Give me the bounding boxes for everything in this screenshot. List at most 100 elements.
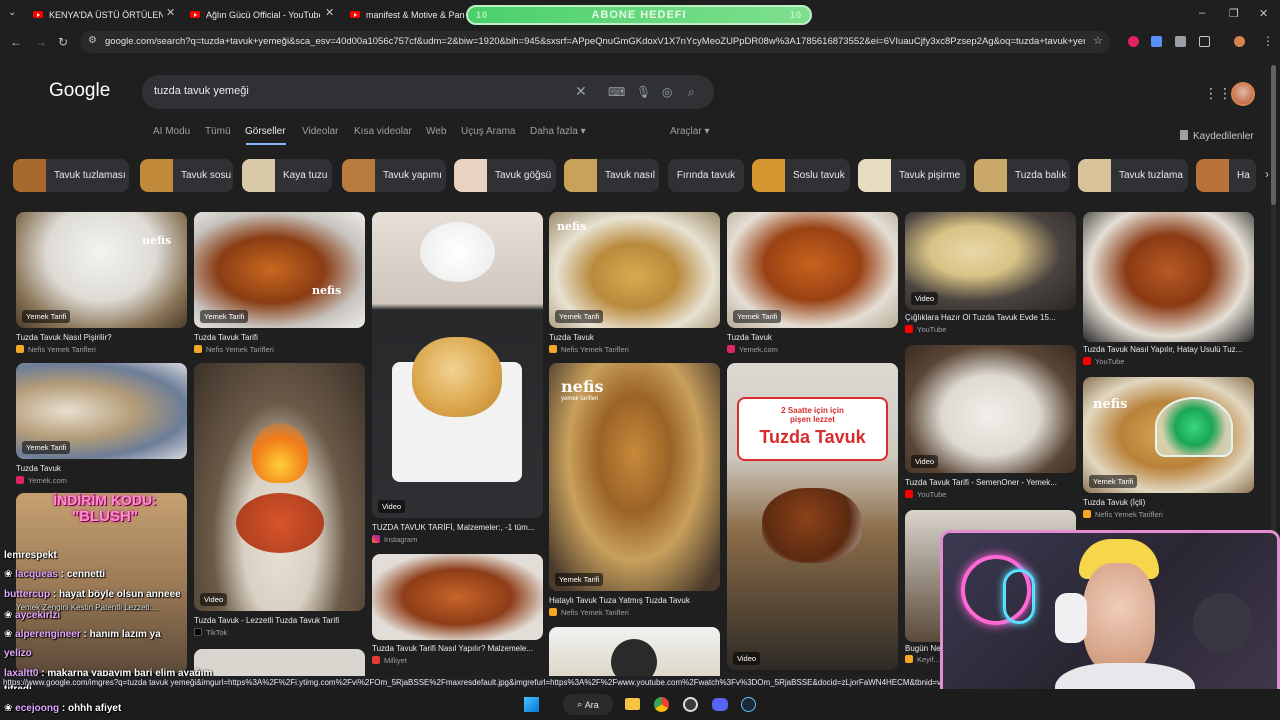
bookmark-star-icon[interactable]: ☆ [1093,34,1103,47]
result-source[interactable]: Nefis Yemek Tarifleri [1083,510,1254,519]
file-explorer-icon[interactable] [625,698,640,710]
result-image[interactable] [1083,212,1254,342]
chip[interactable]: Ha [1196,159,1256,192]
result-image[interactable]: Yemek Tarifi [16,363,187,459]
saved-link[interactable]: Kaydedilenler [1180,130,1254,142]
result-caption[interactable]: Tuzda Tavuk (İçli) [1083,498,1254,507]
result-source[interactable]: TikTok [194,628,365,637]
result-caption[interactable]: Tuzda Tavuk - Lezzetli Tuzda Tavuk Tarif… [194,616,365,625]
tab-videos[interactable]: Videolar [302,126,339,137]
result-image[interactable] [372,554,543,640]
result-image[interactable]: nefis Yemek Tarifi [194,212,365,328]
result-source[interactable]: Nefis Yemek Tarifleri [549,608,720,617]
steam-icon[interactable] [741,697,756,712]
maximize-icon[interactable]: ❐ [1229,7,1239,20]
tab-search-icon[interactable]: ⌄ [8,7,16,18]
result-image[interactable]: Video [905,212,1076,310]
result-source[interactable]: Nefis Yemek Tarifleri [194,345,365,354]
tab-3[interactable]: manifest & Motive & Pango [350,4,465,25]
chip[interactable]: Fırında tavuk [668,159,744,192]
forward-icon[interactable]: → [35,35,47,49]
result-source[interactable]: Instagram [372,535,543,544]
lens-icon[interactable]: ◎ [662,85,672,99]
extension-blue-icon[interactable] [1151,36,1162,47]
result-caption[interactable]: Tuzda Tavuk Tarifi [194,333,365,342]
result-image[interactable]: Video [372,212,543,518]
profile-avatar-icon[interactable] [1234,36,1245,47]
menu-dots-icon[interactable]: ⋮ [1262,34,1274,48]
clear-icon[interactable]: ✕ [575,83,587,100]
result-caption[interactable]: Tuzda Tavuk Tarifi Nasıl Yapılır? Malzem… [372,644,543,653]
result-caption[interactable]: Tuzda Tavuk Nasıl Pişirilir? [16,333,187,342]
tab-ai-mode[interactable]: AI Modu [153,126,190,137]
result-caption[interactable]: Tuzda Tavuk [16,464,187,473]
result-image[interactable]: Yemek Tarifi [727,212,898,328]
result-caption[interactable]: Tuzda Tavuk Tarifi - SemenOner - Yemek..… [905,478,1076,487]
site-info-icon[interactable]: ⚙ [88,35,97,46]
result-source[interactable]: YouTube [905,490,1076,499]
result-caption[interactable]: Tuzda Tavuk [727,333,898,342]
chrome-icon[interactable] [654,697,669,712]
chip[interactable]: Soslu tavuk [752,159,850,192]
apps-grid-icon[interactable]: ⋮⋮ [1204,85,1232,102]
result-image[interactable]: nefis Yemek Tarifi [549,212,720,328]
result-image[interactable]: nefis Yemek Tarifi [1083,377,1254,493]
result-image[interactable]: 2 Saatte için için pişen lezzet Tuzda Ta… [727,363,898,670]
extensions-puzzle-icon[interactable] [1199,36,1210,47]
discord-icon[interactable] [712,698,728,711]
close-window-icon[interactable]: ✕ [1259,7,1268,20]
result-caption[interactable]: Tuzda Tavuk Nasıl Yapılır, Hatay Usulü T… [1083,345,1254,354]
close-icon[interactable]: ✕ [166,6,175,19]
result-source[interactable]: YouTube [1083,357,1254,366]
tab-flights[interactable]: Uçuş Arama [461,126,515,137]
result-image[interactable]: nefis yemek tarifleri Yemek Tarifi [549,363,720,591]
chips-next-icon[interactable]: › [1265,167,1269,181]
keyboard-icon[interactable]: ⌨ [608,85,625,99]
result-source[interactable]: Keyif... [905,655,945,664]
tab-more[interactable]: Daha fazla ▾ [530,126,586,137]
account-avatar[interactable] [1231,82,1255,106]
result-image[interactable]: Video [905,345,1076,473]
tab-web[interactable]: Web [426,126,446,137]
result-caption[interactable]: Bugün Ne... [905,644,945,653]
result-caption[interactable]: TUZDA TAVUK TARİFİ, Malzemeler:, -1 tüm.… [372,523,543,532]
result-source[interactable]: Milliyet [372,656,543,665]
result-source[interactable]: Yemek.com [16,476,187,485]
chip[interactable]: Tavuk sosu [140,159,233,192]
windows-start-icon[interactable] [524,697,539,712]
extension-red-icon[interactable] [1128,36,1139,47]
chip[interactable]: Kaya tuzu [242,159,332,192]
search-query[interactable]: tuzda tavuk yemeği [154,85,249,97]
tab-all[interactable]: Tümü [205,126,231,137]
tab-2[interactable]: Ağlın Gücü Official - YouTube [190,4,320,25]
search-box[interactable]: tuzda tavuk yemeği ✕ ⌨ 🎙 ◎ ⌕ [142,75,714,109]
result-source[interactable]: Nefis Yemek Tarifleri [16,345,187,354]
chip[interactable]: Tuzda balık [974,159,1070,192]
address-bar[interactable]: ⚙ google.com/search?q=tuzda+tavuk+yemeği… [80,31,1110,53]
taskbar-search[interactable]: ⌕ Ara [563,694,613,715]
microphone-icon[interactable]: 🎙 [636,85,651,99]
minimize-icon[interactable]: – [1199,7,1205,19]
tab-images[interactable]: Görseller [245,126,286,137]
result-caption[interactable]: Tuzda Tavuk [549,333,720,342]
scrollbar-thumb[interactable] [1271,65,1276,205]
chip[interactable]: Tavuk tuzlaması [13,159,129,192]
obs-icon[interactable] [683,697,698,712]
search-icon[interactable]: ⌕ [688,85,695,100]
result-image[interactable]: Video [194,363,365,611]
chip[interactable]: Tavuk yapımı [342,159,446,192]
tab-short-videos[interactable]: Kısa videolar [354,126,412,137]
result-source[interactable]: Nefis Yemek Tarifleri [549,345,720,354]
tools-button[interactable]: Araçlar ▾ [670,126,710,137]
back-icon[interactable]: ← [10,35,22,49]
google-logo[interactable]: Google [49,80,110,102]
result-caption[interactable]: Çığlıklara Hazır Ol Tuzda Tavuk Evde 15.… [905,313,1076,322]
result-caption[interactable]: Hataylı Tavuk Tuza Yatmış Tuzda Tavuk [549,596,720,605]
extension-grey-icon[interactable] [1175,36,1186,47]
result-source[interactable]: YouTube [905,325,1076,334]
result-source[interactable]: Yemek.com [727,345,898,354]
chip[interactable]: Tavuk göğsü [454,159,556,192]
close-icon[interactable]: ✕ [325,6,334,19]
chip[interactable]: Tavuk pişirme [858,159,966,192]
tab-1[interactable]: KENYA'DA ÜSTÜ ÖRTÜLEN KOR [33,4,163,25]
